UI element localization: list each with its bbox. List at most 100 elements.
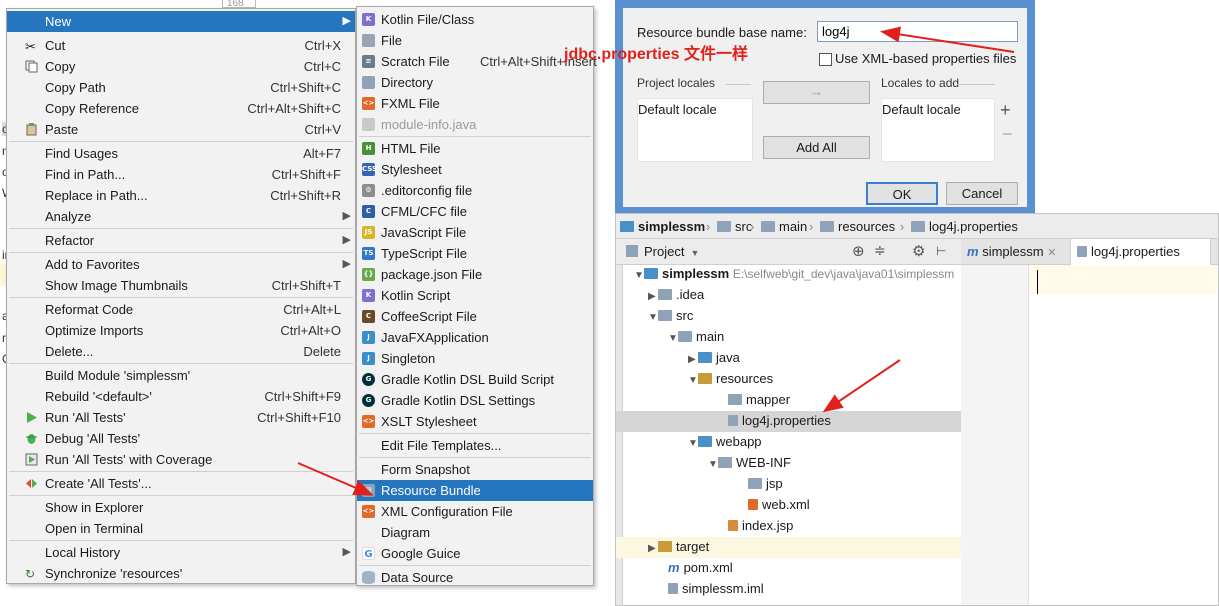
menu-item-cut[interactable]: ✂ Cut Ctrl+X: [7, 35, 355, 56]
tree-item-web-inf[interactable]: ▼ WEB-INF: [708, 455, 791, 476]
tab-log4j-properties[interactable]: log4j.properties: [1071, 239, 1211, 265]
submenu-item-typescript-file[interactable]: TS TypeScript File: [357, 243, 593, 264]
menu-item-show-image-thumbnails[interactable]: Show Image Thumbnails Ctrl+Shift+T: [7, 275, 355, 296]
locales-to-add-list[interactable]: Default locale: [881, 98, 995, 162]
collapse-icon[interactable]: ≑: [874, 242, 886, 259]
menu-item-show-in-explorer[interactable]: Show in Explorer: [7, 497, 355, 518]
submenu-item-editorconfig[interactable]: ⚙ .editorconfig file: [357, 180, 593, 201]
submenu-item-stylesheet[interactable]: CSS Stylesheet: [357, 159, 593, 180]
menu-item-copy-path[interactable]: Copy Path Ctrl+Shift+C: [7, 77, 355, 98]
submenu-item-singleton[interactable]: J Singleton: [357, 348, 593, 369]
locales-to-add-label: Locales to add: [881, 76, 960, 90]
use-xml-checkbox[interactable]: [819, 53, 832, 66]
submenu-item-fxml-file[interactable]: <> FXML File: [357, 93, 593, 114]
menu-item-synchronize[interactable]: ↻ Synchronize 'resources': [7, 563, 355, 584]
submenu-item-form-snapshot[interactable]: Form Snapshot: [357, 459, 593, 480]
submenu-item-kotlin-script[interactable]: K Kotlin Script: [357, 285, 593, 306]
menu-item-analyze[interactable]: Analyze ▶: [7, 206, 355, 227]
submenu-item-data-source[interactable]: Data Source: [357, 567, 593, 588]
tree-item-idea[interactable]: ▶ .idea: [648, 287, 704, 308]
project-view-selector[interactable]: Project ▼: [644, 244, 699, 259]
menu-item-paste[interactable]: Paste Ctrl+V: [7, 119, 355, 140]
tree-item-log4j-properties[interactable]: log4j.properties: [728, 413, 831, 434]
breadcrumb-item[interactable]: simplessm: [620, 219, 705, 234]
menu-item-replace-in-path[interactable]: Replace in Path... Ctrl+Shift+R: [7, 185, 355, 206]
submenu-item-resource-bundle[interactable]: ▤ Resource Bundle: [357, 480, 593, 501]
breadcrumb-separator-icon: ›: [900, 219, 905, 234]
tree-item-simplessm-iml[interactable]: simplessm.iml: [668, 581, 764, 602]
add-all-button[interactable]: Add All: [763, 136, 870, 159]
project-locales-list[interactable]: Default locale: [637, 98, 753, 162]
tree-item-resources[interactable]: ▼ resources: [688, 371, 773, 392]
submenu-item-file[interactable]: File: [357, 30, 593, 51]
submenu-item-module-info[interactable]: module-info.java: [357, 114, 593, 135]
menu-item-copy-reference[interactable]: Copy Reference Ctrl+Alt+Shift+C: [7, 98, 355, 119]
submenu-item-package-json[interactable]: {} package.json File: [357, 264, 593, 285]
project-view-icon: [626, 245, 638, 257]
tree-item-simplessm[interactable]: ▼ simplessm E:\selfweb\git_dev\java\java0…: [634, 266, 954, 287]
breadcrumb-item[interactable]: src: [717, 219, 752, 234]
submenu-item-coffeescript-file[interactable]: C CoffeeScript File: [357, 306, 593, 327]
menu-item-refactor[interactable]: Refactor ▶: [7, 230, 355, 251]
submenu-item-gradle-settings[interactable]: G Gradle Kotlin DSL Settings: [357, 390, 593, 411]
menu-separator: [9, 471, 353, 472]
tree-item-index-jsp[interactable]: index.jsp: [728, 518, 793, 539]
tree-item-webapp[interactable]: ▼ webapp: [688, 434, 762, 455]
project-locale-item[interactable]: Default locale: [638, 102, 717, 117]
menu-item-find-usages[interactable]: Find Usages Alt+F7: [7, 143, 355, 164]
base-name-input[interactable]: [817, 21, 1018, 42]
menu-item-rebuild[interactable]: Rebuild '<default>' Ctrl+Shift+F9: [7, 386, 355, 407]
move-locale-button[interactable]: →: [763, 81, 870, 104]
menu-item-find-in-path[interactable]: Find in Path... Ctrl+Shift+F: [7, 164, 355, 185]
submenu-item-edit-file-templates[interactable]: Edit File Templates...: [357, 435, 593, 456]
hide-icon[interactable]: ⊢: [936, 244, 946, 258]
menu-item-create-all-tests[interactable]: Create 'All Tests'...: [7, 473, 355, 494]
add-locale-button[interactable]: +: [1000, 100, 1011, 121]
submenu-item-gradle-build-script[interactable]: G Gradle Kotlin DSL Build Script: [357, 369, 593, 390]
tree-item-src[interactable]: ▼ src: [648, 308, 693, 329]
tree-item-java[interactable]: ▶ java: [688, 350, 740, 371]
add-locale-item[interactable]: Default locale: [882, 102, 961, 117]
tree-item-target[interactable]: ▶ target: [648, 539, 709, 560]
submenu-item-html-file[interactable]: H HTML File: [357, 138, 593, 159]
breadcrumb-item[interactable]: resources: [820, 219, 895, 234]
menu-item-open-in-terminal[interactable]: Open in Terminal: [7, 518, 355, 539]
close-icon[interactable]: ✕: [1047, 247, 1056, 259]
menu-item-add-to-favorites[interactable]: Add to Favorites ▶: [7, 254, 355, 275]
menu-item-local-history[interactable]: Local History ▶: [7, 542, 355, 563]
tree-item-mapper[interactable]: mapper: [728, 392, 790, 413]
cancel-button[interactable]: Cancel: [946, 182, 1018, 205]
submenu-item-scratch-file[interactable]: ≡ Scratch File Ctrl+Alt+Shift+Insert: [357, 51, 597, 72]
submenu-item-cfml-file[interactable]: C CFML/CFC file: [357, 201, 593, 222]
menu-item-copy[interactable]: Copy Ctrl+C: [7, 56, 355, 77]
remove-locale-button[interactable]: −: [1002, 124, 1013, 145]
tree-item-pom-xml[interactable]: m pom.xml: [668, 560, 733, 581]
menu-item-reformat-code[interactable]: Reformat Code Ctrl+Alt+L: [7, 299, 355, 320]
submenu-item-xslt-stylesheet[interactable]: <> XSLT Stylesheet: [357, 411, 593, 432]
tree-item-jsp[interactable]: jsp: [748, 476, 783, 497]
submenu-item-directory[interactable]: Directory: [357, 72, 593, 93]
submenu-item-xml-configuration-file[interactable]: <> XML Configuration File: [357, 501, 593, 522]
menu-item-delete[interactable]: Delete... Delete: [7, 341, 355, 362]
submenu-item-diagram[interactable]: Diagram: [357, 522, 593, 543]
locate-icon[interactable]: ⊕: [852, 242, 865, 260]
submenu-item-kotlin-file[interactable]: K Kotlin File/Class: [357, 9, 593, 30]
submenu-item-javascript-file[interactable]: JS JavaScript File: [357, 222, 593, 243]
properties-file-icon: [728, 415, 738, 426]
menu-item-debug-all-tests[interactable]: Debug 'All Tests': [7, 428, 355, 449]
gear-icon[interactable]: ⚙: [912, 242, 925, 260]
menu-item-run-with-coverage[interactable]: Run 'All Tests' with Coverage: [7, 449, 355, 470]
tree-item-main[interactable]: ▼ main: [668, 329, 724, 350]
menu-item-run-all-tests[interactable]: Run 'All Tests' Ctrl+Shift+F10: [7, 407, 355, 428]
breadcrumb-item[interactable]: main: [761, 219, 807, 234]
breadcrumb-item[interactable]: log4j.properties: [911, 219, 1018, 234]
menu-item-build-module[interactable]: Build Module 'simplessm': [7, 365, 355, 386]
background-line-number: 168: [222, 0, 256, 9]
submenu-item-javafx-application[interactable]: J JavaFXApplication: [357, 327, 593, 348]
tab-simplessm[interactable]: m simplessm ✕: [961, 239, 1071, 265]
ok-button[interactable]: OK: [866, 182, 938, 205]
menu-item-new[interactable]: New ▶: [7, 11, 355, 32]
menu-item-optimize-imports[interactable]: Optimize Imports Ctrl+Alt+O: [7, 320, 355, 341]
tree-item-web-xml[interactable]: web.xml: [748, 497, 810, 518]
submenu-item-google-guice[interactable]: G Google Guice: [357, 543, 593, 564]
